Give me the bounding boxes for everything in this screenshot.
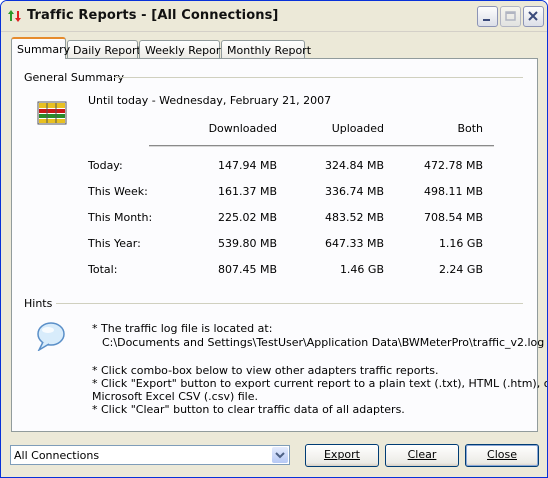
downloaded-value: 225.02 MB — [217, 211, 277, 224]
summary-panel: General Summary Until today - Wednesday,… — [11, 58, 547, 432]
column-header-both: Both — [457, 122, 483, 135]
bottom-bar: All Connections Export Clear Close — [1, 439, 547, 477]
row-label: This Year: — [88, 237, 141, 250]
window-title: Traffic Reports - [All Connections] — [27, 8, 279, 23]
tab-summary-label: Summary — [17, 43, 71, 56]
traffic-reports-window: Traffic Reports - [All Connections] Summ… — [0, 0, 548, 478]
both-value: 708.54 MB — [423, 211, 483, 224]
traffic-arrows-icon — [8, 10, 21, 22]
both-value: 1.16 GB — [438, 237, 483, 250]
hint-export: * Click "Export" button to export curren… — [92, 377, 548, 390]
general-summary-title: General Summary — [24, 71, 125, 84]
tab-monthly-report[interactable]: Monthly Report — [221, 40, 311, 58]
downloaded-value: 147.94 MB — [217, 159, 277, 172]
minimize-button[interactable] — [477, 6, 498, 27]
adapter-combo-box[interactable]: All Connections — [10, 445, 290, 465]
hint-log-location: * The traffic log file is located at: — [92, 322, 273, 335]
uploaded-value: 1.46 GB — [339, 263, 384, 276]
downloaded-value: 161.37 MB — [217, 185, 277, 198]
clear-button[interactable]: Clear — [385, 444, 459, 467]
uploaded-value: 324.84 MB — [324, 159, 384, 172]
adapter-combo-value: All Connections — [14, 449, 100, 462]
close-button-label: Close — [487, 448, 517, 461]
clear-button-label: Clear — [407, 448, 437, 461]
hints-title: Hints — [24, 297, 53, 310]
hint-log-path: C:\Documents and Settings\TestUser\Appli… — [102, 336, 545, 349]
row-label: This Month: — [88, 211, 153, 224]
tab-daily-report[interactable]: Daily Report — [67, 40, 141, 58]
close-window-button[interactable] — [523, 6, 544, 27]
minimize-icon — [483, 19, 490, 21]
downloaded-value: 807.45 MB — [217, 263, 277, 276]
report-table-icon — [37, 101, 67, 125]
hint-clear: * Click "Clear" button to clear traffic … — [92, 403, 405, 416]
tab-monthly-report-label: Monthly Report — [227, 44, 312, 57]
tab-weekly-report-label: Weekly Report — [145, 44, 225, 57]
close-button[interactable]: Close — [465, 444, 539, 467]
hint-combo-box: * Click combo-box below to view other ad… — [92, 364, 439, 377]
row-label: Total: — [88, 263, 118, 276]
maximize-button[interactable] — [500, 6, 521, 27]
speech-bubble-icon — [37, 322, 65, 351]
title-bar[interactable]: Traffic Reports - [All Connections] — [1, 1, 547, 32]
tab-daily-report-label: Daily Report — [73, 44, 141, 57]
uploaded-value: 483.52 MB — [324, 211, 384, 224]
both-value: 472.78 MB — [423, 159, 483, 172]
hints-divider — [56, 303, 523, 304]
export-button-label: Export — [323, 448, 360, 461]
summary-date-text: Until today - Wednesday, February 21, 20… — [88, 94, 332, 107]
tab-summary[interactable]: Summary — [11, 37, 70, 59]
row-label: Today: — [88, 159, 123, 172]
downloaded-value: 539.80 MB — [217, 237, 277, 250]
tab-weekly-report[interactable]: Weekly Report — [139, 40, 225, 58]
column-header-uploaded: Uploaded — [331, 122, 384, 135]
both-value: 2.24 GB — [438, 263, 483, 276]
combo-dropdown-button[interactable] — [272, 447, 288, 463]
uploaded-value: 647.33 MB — [324, 237, 384, 250]
general-summary-divider — [114, 77, 523, 78]
hint-export-continued: Microsoft Excel CSV (.csv) file. — [92, 390, 258, 403]
export-button[interactable]: Export — [305, 444, 379, 467]
row-label: This Week: — [88, 185, 148, 198]
header-separator — [149, 145, 494, 147]
uploaded-value: 336.74 MB — [324, 185, 384, 198]
column-header-downloaded: Downloaded — [208, 122, 277, 135]
close-icon — [528, 11, 538, 21]
both-value: 498.11 MB — [423, 185, 483, 198]
chevron-down-icon — [275, 452, 285, 459]
maximize-icon — [505, 11, 516, 21]
